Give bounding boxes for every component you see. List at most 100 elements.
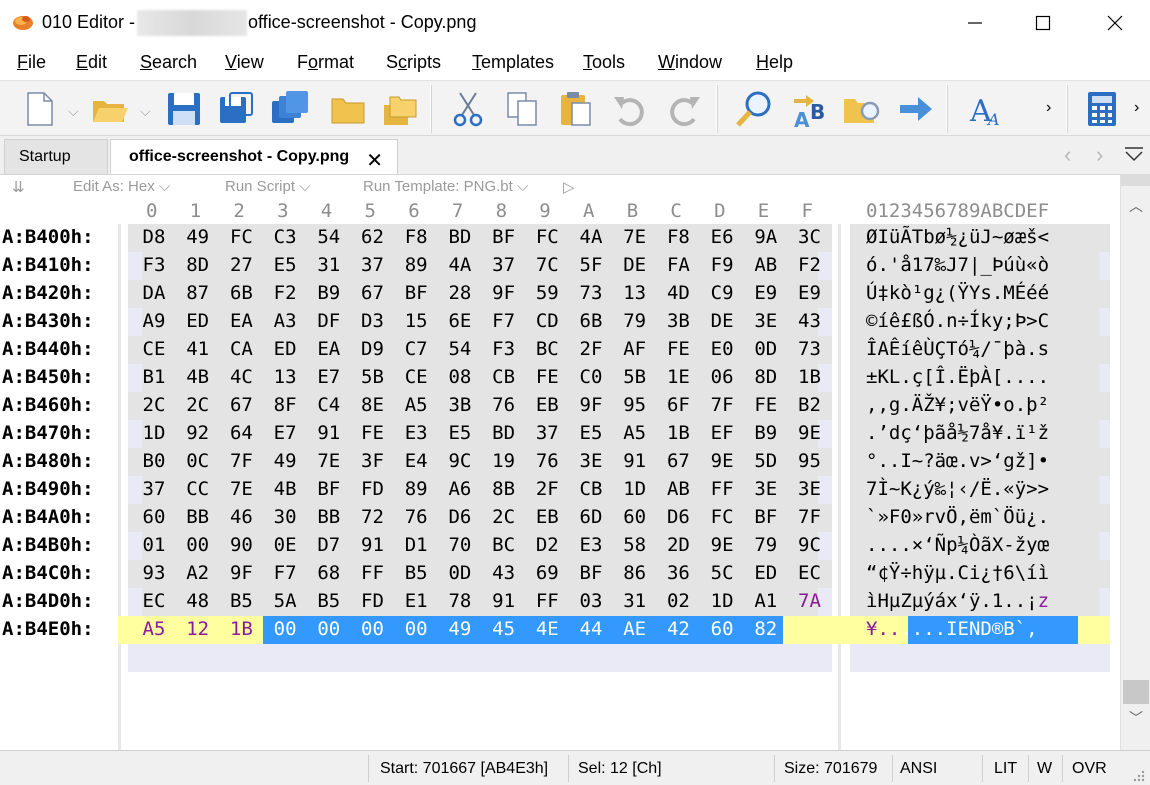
open-folder-icon[interactable] — [90, 89, 130, 129]
hex-byte[interactable]: DF — [314, 310, 344, 332]
hex-byte[interactable]: 3E — [576, 450, 606, 472]
hex-byte[interactable]: EC — [139, 590, 169, 612]
hex-byte[interactable]: 37 — [532, 422, 562, 444]
hex-byte[interactable]: 49 — [270, 450, 300, 472]
hex-byte[interactable]: 0E — [270, 534, 300, 556]
hex-byte[interactable]: 36 — [663, 562, 693, 584]
hex-row[interactable]: A:B4A0h: 60 BB 46 30 BB 72 76 D6 2C EB 6D 60 D6 FC BF 7F… — [0, 504, 1120, 532]
hex-byte[interactable]: D6 — [663, 506, 693, 528]
hex-byte[interactable]: 46 — [226, 506, 256, 528]
hex-row[interactable]: A:B490h: 37 CC 7E 4B BF FD 89 A6 8B 2F CB 1D AB FF 3E 3E… — [0, 476, 1120, 504]
hex-byte[interactable]: 60 — [707, 618, 737, 640]
hex-byte[interactable]: 70 — [445, 534, 475, 556]
hex-byte[interactable]: E5 — [445, 422, 475, 444]
hex-byte[interactable]: D3 — [358, 310, 388, 332]
hex-byte[interactable]: E7 — [314, 366, 344, 388]
hex-row[interactable]: A:B480h: B0 0C 7F 49 7E 3F E4 9C 19 76 3E 91 67 9E 5D 95… — [0, 448, 1120, 476]
hex-byte[interactable]: FC — [707, 506, 737, 528]
hex-byte[interactable]: 7F — [226, 450, 256, 472]
hex-byte[interactable]: 87 — [183, 282, 213, 304]
hex-byte[interactable]: 00 — [358, 618, 388, 640]
hex-byte[interactable]: 67 — [358, 282, 388, 304]
tab-scroll-right-icon[interactable]: › — [1096, 142, 1103, 168]
folder-icon[interactable] — [328, 89, 368, 129]
hex-byte[interactable]: 6B — [226, 282, 256, 304]
hex-byte[interactable]: 2C — [183, 394, 213, 416]
hex-byte[interactable]: EC — [795, 562, 825, 584]
menu-search[interactable]: Search — [140, 52, 197, 73]
hex-byte[interactable]: 64 — [226, 422, 256, 444]
hex-row[interactable]: A:B460h: 2C 2C 67 8F C4 8E A5 3B 76 EB 9F 95 6F 7F FE B2… — [0, 392, 1120, 420]
hex-byte[interactable]: D6 — [445, 506, 475, 528]
hex-byte[interactable]: FF — [532, 590, 562, 612]
hex-byte[interactable]: EA — [314, 338, 344, 360]
hex-byte[interactable]: F8 — [401, 226, 431, 248]
hex-byte[interactable]: FF — [707, 478, 737, 500]
hex-byte[interactable]: F9 — [707, 254, 737, 276]
hex-byte[interactable]: AB — [663, 478, 693, 500]
hex-byte[interactable]: 7E — [620, 226, 650, 248]
vertical-scrollbar[interactable]: ︿ ﹀ — [1120, 174, 1150, 750]
run-script-dropdown[interactable]: Run Script ⌵ — [225, 178, 311, 195]
hex-byte[interactable]: 93 — [139, 562, 169, 584]
status-overwrite[interactable]: OVR — [1072, 760, 1107, 778]
replace-icon[interactable]: AB — [790, 89, 830, 129]
hex-byte[interactable]: F2 — [270, 282, 300, 304]
hex-byte[interactable]: 5A — [270, 590, 300, 612]
hex-byte[interactable]: 48 — [183, 590, 213, 612]
hex-byte[interactable]: 79 — [620, 310, 650, 332]
redo-icon[interactable] — [664, 89, 704, 129]
hex-byte[interactable]: 8D — [183, 254, 213, 276]
hex-byte[interactable]: 43 — [489, 562, 519, 584]
hex-byte[interactable]: 8F — [270, 394, 300, 416]
hex-byte[interactable]: CB — [576, 478, 606, 500]
hex-byte[interactable]: 41 — [183, 338, 213, 360]
hex-byte[interactable]: A2 — [183, 562, 213, 584]
hex-byte[interactable]: 9E — [795, 422, 825, 444]
status-mode-w[interactable]: W — [1037, 760, 1052, 778]
hex-byte[interactable]: 89 — [401, 478, 431, 500]
hex-byte[interactable]: 03 — [576, 590, 606, 612]
hex-byte[interactable]: ED — [270, 338, 300, 360]
hex-byte[interactable]: BC — [489, 534, 519, 556]
hex-byte[interactable]: 1B — [795, 366, 825, 388]
hex-byte[interactable]: 4D — [663, 282, 693, 304]
hex-byte[interactable]: B5 — [401, 562, 431, 584]
hex-byte[interactable]: EB — [532, 506, 562, 528]
hex-byte[interactable]: 9C — [445, 450, 475, 472]
maximize-button[interactable] — [1008, 0, 1078, 46]
hex-byte[interactable]: 9C — [795, 534, 825, 556]
hex-byte[interactable]: FE — [358, 422, 388, 444]
hex-byte[interactable]: A6 — [445, 478, 475, 500]
hex-byte[interactable]: 60 — [139, 506, 169, 528]
hex-byte[interactable]: 91 — [314, 422, 344, 444]
hex-byte[interactable]: BD — [489, 422, 519, 444]
hex-byte[interactable]: B5 — [314, 590, 344, 612]
tab-startup[interactable]: Startup — [4, 139, 108, 174]
hex-byte[interactable]: BD — [445, 226, 475, 248]
hex-byte[interactable]: 76 — [532, 450, 562, 472]
hex-byte[interactable]: FC — [226, 226, 256, 248]
hex-byte[interactable]: 30 — [270, 506, 300, 528]
hex-byte[interactable]: FE — [751, 394, 781, 416]
hex-byte[interactable]: 31 — [620, 590, 650, 612]
hex-byte[interactable]: A9 — [139, 310, 169, 332]
hex-row[interactable]: A:B4B0h: 01 00 90 0E D7 91 D1 70 BC D2 E3 58 2D 9E 79 9C… — [0, 532, 1120, 560]
toolbar-overflow-icon[interactable]: › — [1134, 99, 1139, 117]
hex-byte[interactable]: 9F — [226, 562, 256, 584]
hex-byte[interactable]: A5 — [620, 422, 650, 444]
hex-byte[interactable]: EB — [532, 394, 562, 416]
hex-byte[interactable]: 54 — [445, 338, 475, 360]
hex-byte[interactable]: B5 — [226, 590, 256, 612]
hex-byte[interactable]: B2 — [795, 394, 825, 416]
run-template-dropdown[interactable]: Run Template: PNG.bt ⌵ — [363, 178, 528, 195]
hex-byte[interactable]: F8 — [663, 226, 693, 248]
new-dropdown-icon[interactable]: ⌵ — [68, 103, 79, 120]
hex-byte[interactable]: FE — [663, 338, 693, 360]
hex-byte[interactable]: 27 — [226, 254, 256, 276]
hex-byte[interactable]: A1 — [751, 590, 781, 612]
copy-icon[interactable] — [502, 89, 542, 129]
hex-byte[interactable]: C7 — [401, 338, 431, 360]
hex-row[interactable]: A:B400h: D8 49 FC C3 54 62 F8 BD BF FC 4A 7E F8 E6 9A 3C… — [0, 224, 1120, 252]
hex-byte[interactable]: 42 — [663, 618, 693, 640]
